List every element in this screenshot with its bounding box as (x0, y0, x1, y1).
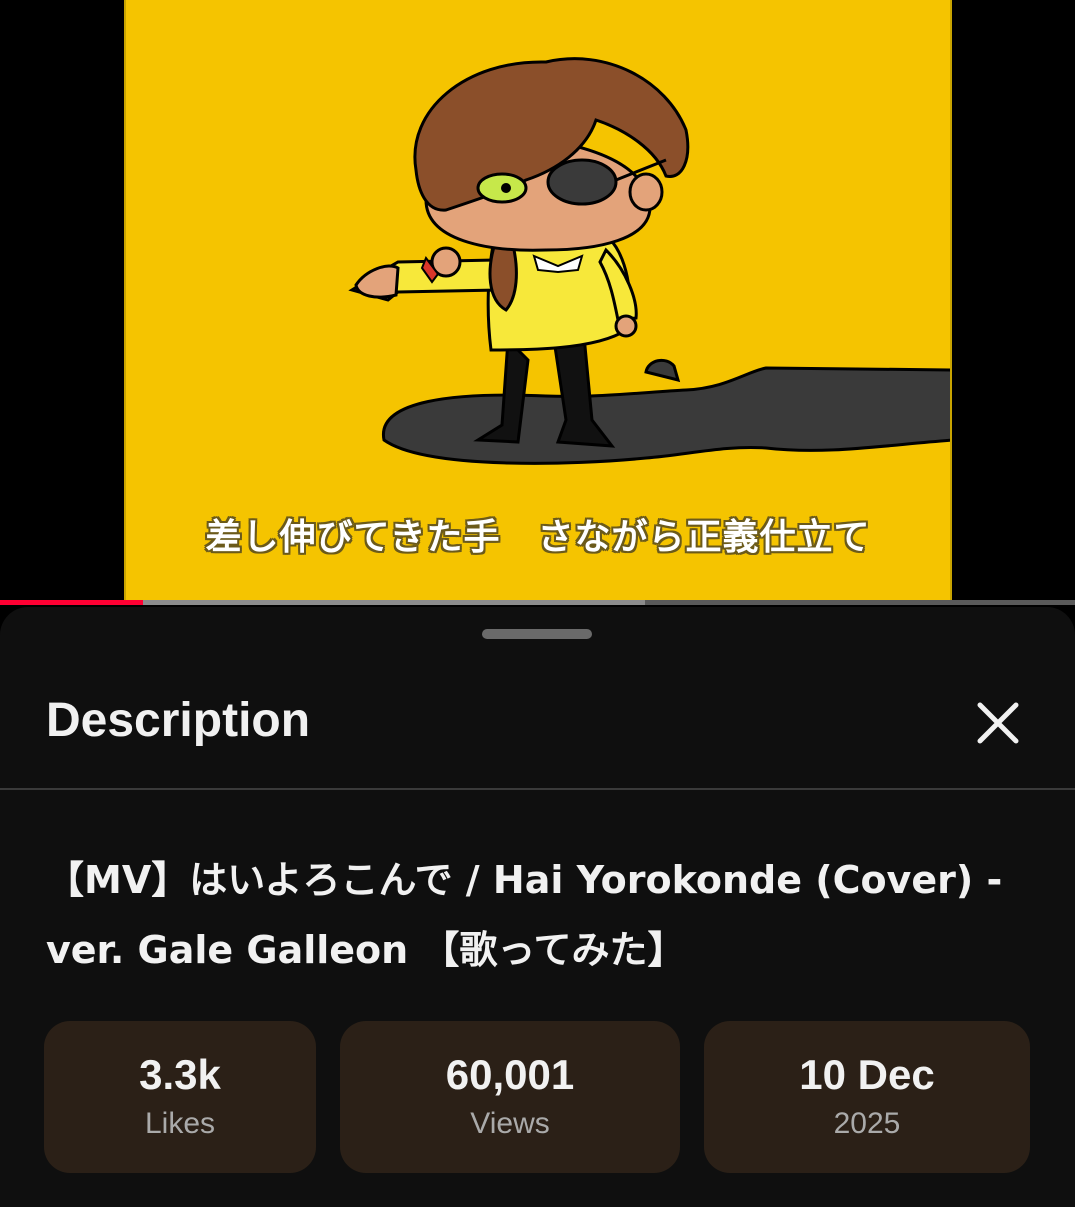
close-button[interactable] (966, 691, 1030, 755)
close-icon (977, 702, 1019, 744)
progress-played (0, 600, 143, 605)
progress-bar[interactable] (0, 600, 1075, 605)
description-sheet: Description 【MV】はいよろこんで / Hai Yorokonde … (0, 607, 1075, 1207)
video-player[interactable]: 差し伸びてきた手 さながら正義仕立て (0, 0, 1075, 605)
views-value: 60,001 (445, 1051, 575, 1098)
likes-stat: 3.3k Likes (44, 1021, 316, 1173)
views-label: Views (470, 1107, 550, 1140)
video-subtitle: 差し伸びてきた手 さながら正義仕立て (205, 517, 871, 558)
divider (0, 788, 1075, 790)
video-frame: 差し伸びてきた手 さながら正義仕立て (124, 0, 952, 600)
date-value: 10 Dec (799, 1051, 935, 1098)
likes-label: Likes (144, 1107, 216, 1140)
date-stat: 10 Dec 2025 (704, 1021, 1030, 1173)
video-title: 【MV】はいよろこんで / Hai Yorokonde (Cover) - ve… (46, 858, 1003, 972)
views-stat: 60,001 Views (340, 1021, 680, 1173)
date-label: 2025 (833, 1107, 901, 1140)
likes-value: 3.3k (139, 1051, 221, 1098)
drag-handle[interactable] (482, 629, 592, 639)
sheet-title: Description (46, 694, 311, 747)
